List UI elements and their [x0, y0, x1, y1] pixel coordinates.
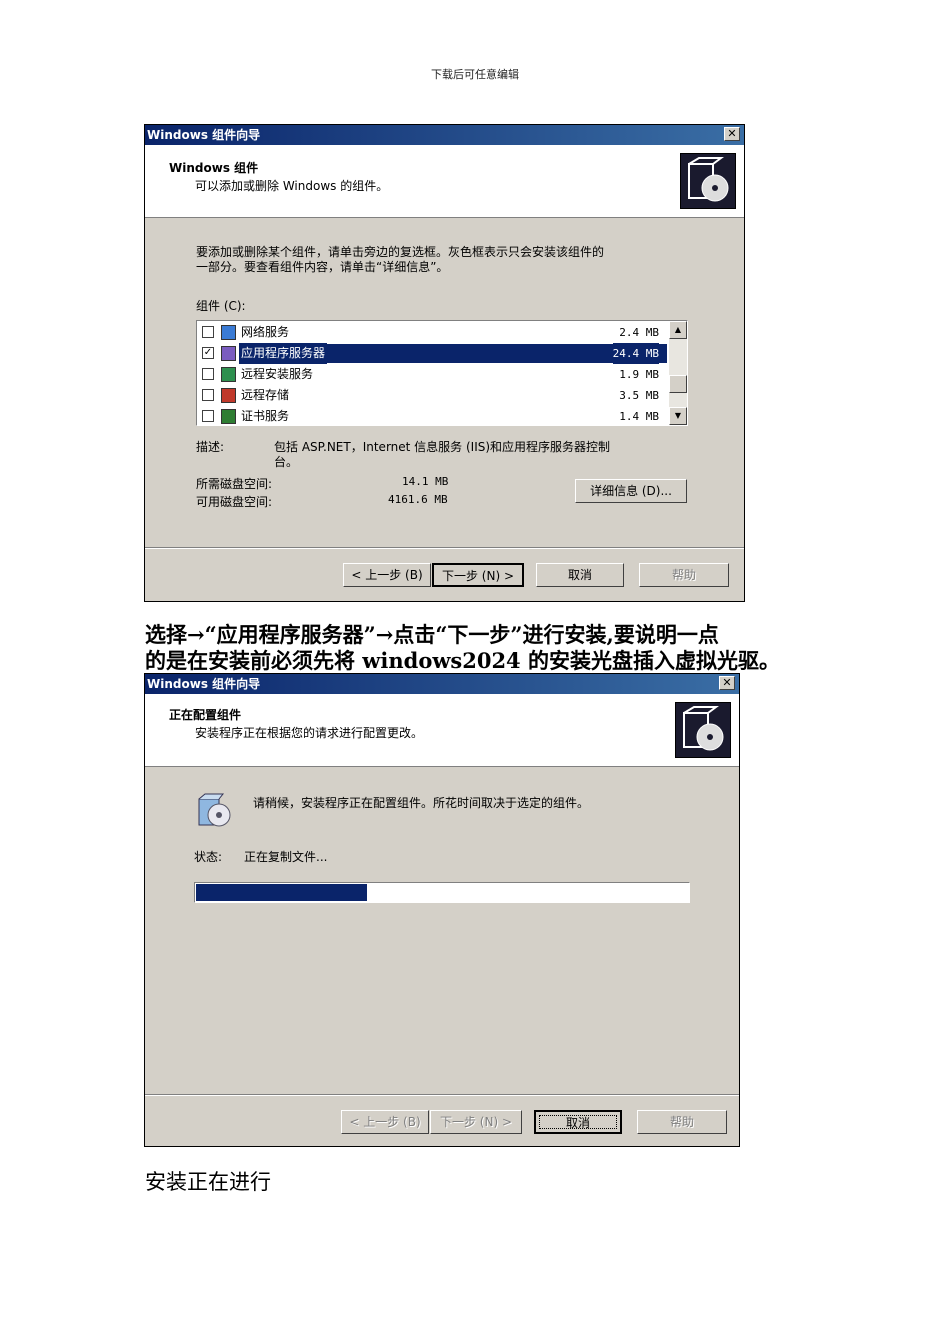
- close-button[interactable]: ✕: [724, 127, 740, 141]
- component-name: 证书服务: [241, 409, 290, 423]
- progress-fill: [196, 884, 367, 901]
- scroll-thumb[interactable]: [669, 375, 687, 393]
- scroll-up-icon[interactable]: ▲: [669, 321, 687, 339]
- available-space-label: 可用磁盘空间:: [196, 495, 273, 509]
- checkbox[interactable]: [202, 326, 214, 338]
- help-button[interactable]: 帮助: [639, 563, 729, 587]
- scroll-down-icon[interactable]: ▼: [669, 407, 687, 425]
- component-name: 远程安装服务: [241, 367, 314, 381]
- header-title: 正在配置组件: [169, 708, 242, 722]
- title-bar[interactable]: Windows 组件向导 ✕: [145, 125, 744, 145]
- back-button[interactable]: < 上一步 (B): [341, 1110, 429, 1134]
- list-item[interactable]: 远程存储 3.5 MB: [199, 385, 667, 406]
- status-label: 状态:: [194, 850, 223, 864]
- list-scrollbar[interactable]: ▲ ▼: [669, 321, 687, 425]
- next-button[interactable]: 下一步 (N) >: [432, 563, 524, 587]
- components-list[interactable]: 网络服务 2.4 MB ✓ 应用程序服务器 24.4 MB 远程安装服务 1.9 MB 远程存…: [196, 320, 688, 426]
- available-space-value: 4161.6 MB: [388, 493, 448, 506]
- window-title: Windows 组件向导: [147, 128, 261, 142]
- checkbox[interactable]: [202, 368, 214, 380]
- list-item[interactable]: 证书服务 1.4 MB: [199, 406, 667, 425]
- component-size: 1.4 MB: [619, 410, 659, 423]
- header-panel: 正在配置组件 安装程序正在根据您的请求进行配置更改。: [145, 694, 739, 767]
- component-size: 1.9 MB: [619, 368, 659, 381]
- required-space-value: 14.1 MB: [402, 475, 449, 488]
- close-button[interactable]: ✕: [719, 676, 735, 690]
- network-icon: [221, 325, 236, 340]
- component-size: 3.5 MB: [619, 389, 659, 402]
- component-name: 网络服务: [241, 325, 290, 339]
- component-name: 应用程序服务器: [239, 343, 328, 364]
- button-separator: [145, 547, 744, 549]
- component-size: 24.4 MB: [612, 343, 659, 364]
- description-text-2: 台。: [274, 455, 299, 469]
- list-item[interactable]: 远程安装服务 1.9 MB: [199, 364, 667, 385]
- component-name: 远程存储: [241, 388, 290, 402]
- caption-text-1: 选择→“应用程序服务器”→点击“下一步”进行安装,要说明一点: [145, 622, 719, 647]
- cancel-button[interactable]: 取消: [534, 1110, 622, 1134]
- app-server-icon: [221, 346, 236, 361]
- instruction-text-2: 一部分。要查看组件内容，请单击“详细信息”。: [196, 260, 449, 274]
- list-item[interactable]: ✓ 应用程序服务器 24.4 MB: [199, 343, 667, 364]
- remote-storage-icon: [221, 388, 236, 403]
- details-button[interactable]: 详细信息 (D)...: [575, 479, 687, 503]
- caption-text-2: 的是在安装前必须先将 windows2024 的安装光盘插入虚拟光驱。: [145, 648, 780, 673]
- page-header-note: 下载后可任意编辑: [431, 68, 519, 81]
- description-label: 描述:: [196, 440, 225, 454]
- checked-checkbox[interactable]: ✓: [202, 347, 214, 359]
- wizard-dialog-configuring: Windows 组件向导 ✕ 正在配置组件 安装程序正在根据您的请求进行配置更改…: [144, 673, 740, 1147]
- header-subtitle: 可以添加或删除 Windows 的组件。: [195, 179, 389, 193]
- list-item[interactable]: 网络服务 2.4 MB: [199, 322, 667, 343]
- wizard-box-cd-icon: [675, 702, 731, 758]
- next-button[interactable]: 下一步 (N) >: [430, 1110, 522, 1134]
- wait-message: 请稍候，安装程序正在配置组件。所花时间取决于选定的组件。: [253, 796, 590, 810]
- description-text-1: 包括 ASP.NET，Internet 信息服务 (IIS)和应用程序服务器控制: [274, 440, 611, 454]
- wizard-box-cd-icon: [680, 153, 736, 209]
- cancel-button[interactable]: 取消: [536, 563, 624, 587]
- title-bar[interactable]: Windows 组件向导 ✕: [145, 674, 739, 694]
- required-space-label: 所需磁盘空间:: [196, 477, 273, 491]
- button-separator: [145, 1094, 739, 1096]
- checkbox[interactable]: [202, 410, 214, 422]
- component-size: 2.4 MB: [619, 326, 659, 339]
- certificate-icon: [221, 409, 236, 424]
- window-title: Windows 组件向导: [147, 677, 261, 691]
- help-button[interactable]: 帮助: [637, 1110, 727, 1134]
- back-button[interactable]: < 上一步 (B): [343, 563, 431, 587]
- components-label: 组件 (C):: [196, 299, 246, 313]
- checkbox[interactable]: [202, 389, 214, 401]
- remote-install-icon: [221, 367, 236, 382]
- caption-text-3: 安装正在进行: [145, 1170, 271, 1194]
- status-value: 正在复制文件...: [244, 850, 328, 864]
- header-panel: Windows 组件 可以添加或删除 Windows 的组件。: [145, 145, 744, 218]
- header-subtitle: 安装程序正在根据您的请求进行配置更改。: [195, 726, 424, 740]
- installer-icon: [195, 791, 233, 829]
- header-title: Windows 组件: [169, 161, 259, 175]
- install-progress-bar: [194, 882, 690, 903]
- wizard-dialog-components: Windows 组件向导 ✕ Windows 组件 可以添加或删除 Window…: [144, 124, 745, 602]
